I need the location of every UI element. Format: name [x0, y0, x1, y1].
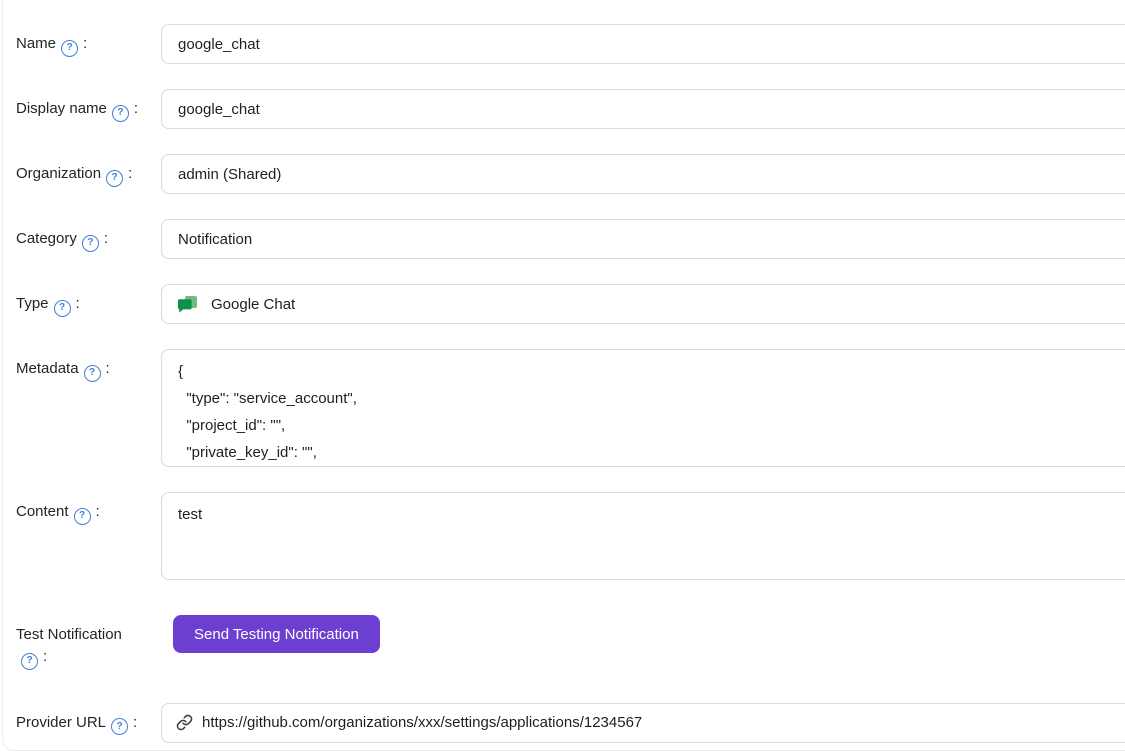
label-colon: :: [83, 35, 87, 52]
notification-settings-form: Name?: Display name?: Organization?: adm…: [0, 0, 1125, 743]
label-colon: :: [134, 100, 138, 117]
category-label: Category?:: [16, 219, 161, 252]
label-colon: :: [104, 230, 108, 247]
help-icon[interactable]: ?: [111, 718, 128, 735]
test-notification-label: Test Notification?:: [16, 615, 161, 670]
label-colon: :: [128, 165, 132, 182]
help-icon[interactable]: ?: [82, 235, 99, 252]
form-row-display-name: Display name?:: [16, 89, 1125, 129]
display-name-input[interactable]: [161, 89, 1125, 129]
content-label: Content?:: [16, 492, 161, 525]
label-colon: :: [76, 295, 80, 312]
google-chat-icon: [178, 296, 197, 313]
form-row-organization: Organization?: admin (Shared): [16, 154, 1125, 194]
help-icon[interactable]: ?: [74, 508, 91, 525]
label-colon: :: [106, 360, 110, 377]
form-row-type: Type?: Google Chat: [16, 284, 1125, 324]
form-row-test-notification: Test Notification?: Send Testing Notific…: [16, 615, 1125, 670]
form-row-category: Category?: Notification: [16, 219, 1125, 259]
category-select[interactable]: Notification: [161, 219, 1125, 259]
link-icon: [176, 714, 193, 731]
help-icon[interactable]: ?: [106, 170, 123, 187]
provider-url-value: https://github.com/organizations/xxx/set…: [202, 714, 642, 731]
type-selected-value: Google Chat: [211, 296, 295, 313]
help-icon[interactable]: ?: [112, 105, 129, 122]
help-icon[interactable]: ?: [61, 40, 78, 57]
help-icon[interactable]: ?: [21, 653, 38, 670]
label-colon: :: [133, 714, 137, 731]
help-icon[interactable]: ?: [84, 365, 101, 382]
metadata-textarea[interactable]: { "type": "service_account", "project_id…: [161, 349, 1125, 467]
metadata-label: Metadata?:: [16, 349, 161, 382]
display-name-label: Display name?:: [16, 89, 161, 122]
form-row-metadata: Metadata?: { "type": "service_account", …: [16, 349, 1125, 467]
name-label: Name?:: [16, 24, 161, 57]
provider-url-label: Provider URL?:: [16, 703, 161, 736]
type-select[interactable]: Google Chat: [161, 284, 1125, 324]
form-row-provider-url: Provider URL?: https://github.com/organi…: [16, 703, 1125, 743]
organization-select[interactable]: admin (Shared): [161, 154, 1125, 194]
type-label: Type?:: [16, 284, 161, 317]
label-colon: :: [96, 503, 100, 520]
content-textarea[interactable]: test: [161, 492, 1125, 580]
send-testing-notification-button[interactable]: Send Testing Notification: [173, 615, 380, 653]
provider-url-input[interactable]: https://github.com/organizations/xxx/set…: [161, 703, 1125, 743]
label-colon: :: [43, 648, 47, 665]
category-selected-value: Notification: [178, 231, 252, 248]
help-icon[interactable]: ?: [54, 300, 71, 317]
organization-selected-value: admin (Shared): [178, 166, 281, 183]
form-row-content: Content?: test: [16, 492, 1125, 580]
form-row-name: Name?:: [16, 24, 1125, 64]
organization-label: Organization?:: [16, 154, 161, 187]
name-input[interactable]: [161, 24, 1125, 64]
